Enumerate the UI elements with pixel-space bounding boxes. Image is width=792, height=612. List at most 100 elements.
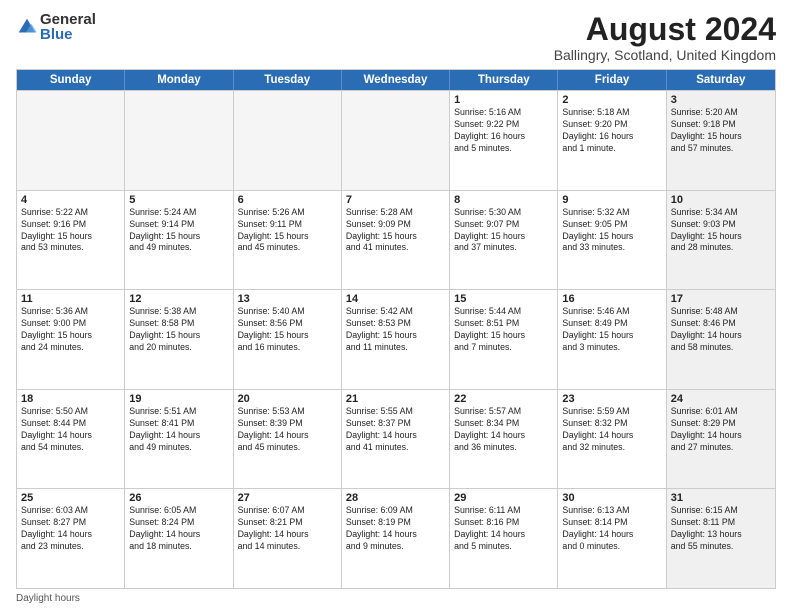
calendar-header: SundayMondayTuesdayWednesdayThursdayFrid…: [17, 70, 775, 90]
calendar-cell: 19Sunrise: 5:51 AM Sunset: 8:41 PM Dayli…: [125, 390, 233, 489]
calendar-cell: 5Sunrise: 5:24 AM Sunset: 9:14 PM Daylig…: [125, 191, 233, 290]
day-number: 30: [562, 492, 661, 504]
day-number: 19: [129, 393, 228, 405]
calendar-cell: 1Sunrise: 5:16 AM Sunset: 9:22 PM Daylig…: [450, 91, 558, 190]
calendar: SundayMondayTuesdayWednesdayThursdayFrid…: [16, 69, 776, 589]
header-day: Thursday: [450, 70, 558, 90]
day-number: 5: [129, 194, 228, 206]
day-number: 29: [454, 492, 553, 504]
calendar-cell: 24Sunrise: 6:01 AM Sunset: 8:29 PM Dayli…: [667, 390, 775, 489]
calendar-cell: 8Sunrise: 5:30 AM Sunset: 9:07 PM Daylig…: [450, 191, 558, 290]
day-info: Sunrise: 5:30 AM Sunset: 9:07 PM Dayligh…: [454, 207, 553, 255]
day-number: 15: [454, 293, 553, 305]
calendar-cell: 25Sunrise: 6:03 AM Sunset: 8:27 PM Dayli…: [17, 489, 125, 588]
logo-icon: [16, 16, 38, 38]
calendar-cell: 9Sunrise: 5:32 AM Sunset: 9:05 PM Daylig…: [558, 191, 666, 290]
day-number: 11: [21, 293, 120, 305]
day-info: Sunrise: 5:46 AM Sunset: 8:49 PM Dayligh…: [562, 306, 661, 354]
day-number: 22: [454, 393, 553, 405]
day-info: Sunrise: 5:57 AM Sunset: 8:34 PM Dayligh…: [454, 406, 553, 454]
day-number: 8: [454, 194, 553, 206]
calendar-cell: [342, 91, 450, 190]
calendar-cell: 16Sunrise: 5:46 AM Sunset: 8:49 PM Dayli…: [558, 290, 666, 389]
day-info: Sunrise: 5:42 AM Sunset: 8:53 PM Dayligh…: [346, 306, 445, 354]
calendar-cell: 28Sunrise: 6:09 AM Sunset: 8:19 PM Dayli…: [342, 489, 450, 588]
page: General Blue August 2024 Ballingry, Scot…: [0, 0, 792, 612]
footer-note: Daylight hours: [16, 593, 776, 604]
day-number: 17: [671, 293, 771, 305]
day-number: 24: [671, 393, 771, 405]
logo-general: General: [40, 12, 96, 27]
day-number: 25: [21, 492, 120, 504]
day-number: 12: [129, 293, 228, 305]
day-number: 13: [238, 293, 337, 305]
day-info: Sunrise: 6:15 AM Sunset: 8:11 PM Dayligh…: [671, 505, 771, 553]
calendar-cell: 12Sunrise: 5:38 AM Sunset: 8:58 PM Dayli…: [125, 290, 233, 389]
day-number: 6: [238, 194, 337, 206]
header-day: Tuesday: [234, 70, 342, 90]
calendar-cell: 2Sunrise: 5:18 AM Sunset: 9:20 PM Daylig…: [558, 91, 666, 190]
calendar-cell: 23Sunrise: 5:59 AM Sunset: 8:32 PM Dayli…: [558, 390, 666, 489]
calendar-cell: [17, 91, 125, 190]
header-day: Wednesday: [342, 70, 450, 90]
logo-text: General Blue: [40, 12, 96, 42]
day-number: 10: [671, 194, 771, 206]
day-number: 9: [562, 194, 661, 206]
calendar-cell: 7Sunrise: 5:28 AM Sunset: 9:09 PM Daylig…: [342, 191, 450, 290]
calendar-week: 4Sunrise: 5:22 AM Sunset: 9:16 PM Daylig…: [17, 190, 775, 290]
header-day: Saturday: [667, 70, 775, 90]
day-number: 26: [129, 492, 228, 504]
title-block: August 2024 Ballingry, Scotland, United …: [554, 12, 776, 63]
day-number: 31: [671, 492, 771, 504]
day-number: 21: [346, 393, 445, 405]
day-number: 14: [346, 293, 445, 305]
day-number: 28: [346, 492, 445, 504]
calendar-cell: 15Sunrise: 5:44 AM Sunset: 8:51 PM Dayli…: [450, 290, 558, 389]
day-info: Sunrise: 5:20 AM Sunset: 9:18 PM Dayligh…: [671, 107, 771, 155]
day-info: Sunrise: 6:01 AM Sunset: 8:29 PM Dayligh…: [671, 406, 771, 454]
calendar-cell: 18Sunrise: 5:50 AM Sunset: 8:44 PM Dayli…: [17, 390, 125, 489]
title-location: Ballingry, Scotland, United Kingdom: [554, 47, 776, 63]
day-info: Sunrise: 5:18 AM Sunset: 9:20 PM Dayligh…: [562, 107, 661, 155]
day-number: 2: [562, 94, 661, 106]
day-info: Sunrise: 6:11 AM Sunset: 8:16 PM Dayligh…: [454, 505, 553, 553]
calendar-cell: 22Sunrise: 5:57 AM Sunset: 8:34 PM Dayli…: [450, 390, 558, 489]
day-number: 16: [562, 293, 661, 305]
day-info: Sunrise: 6:09 AM Sunset: 8:19 PM Dayligh…: [346, 505, 445, 553]
logo-blue: Blue: [40, 27, 96, 42]
calendar-cell: 6Sunrise: 5:26 AM Sunset: 9:11 PM Daylig…: [234, 191, 342, 290]
day-info: Sunrise: 6:07 AM Sunset: 8:21 PM Dayligh…: [238, 505, 337, 553]
calendar-cell: 13Sunrise: 5:40 AM Sunset: 8:56 PM Dayli…: [234, 290, 342, 389]
calendar-week: 1Sunrise: 5:16 AM Sunset: 9:22 PM Daylig…: [17, 90, 775, 190]
day-info: Sunrise: 5:55 AM Sunset: 8:37 PM Dayligh…: [346, 406, 445, 454]
day-info: Sunrise: 5:36 AM Sunset: 9:00 PM Dayligh…: [21, 306, 120, 354]
day-number: 27: [238, 492, 337, 504]
day-number: 20: [238, 393, 337, 405]
day-info: Sunrise: 5:34 AM Sunset: 9:03 PM Dayligh…: [671, 207, 771, 255]
calendar-week: 11Sunrise: 5:36 AM Sunset: 9:00 PM Dayli…: [17, 289, 775, 389]
day-info: Sunrise: 5:32 AM Sunset: 9:05 PM Dayligh…: [562, 207, 661, 255]
day-number: 4: [21, 194, 120, 206]
title-month: August 2024: [554, 12, 776, 47]
calendar-body: 1Sunrise: 5:16 AM Sunset: 9:22 PM Daylig…: [17, 90, 775, 588]
calendar-cell: 27Sunrise: 6:07 AM Sunset: 8:21 PM Dayli…: [234, 489, 342, 588]
day-info: Sunrise: 5:50 AM Sunset: 8:44 PM Dayligh…: [21, 406, 120, 454]
calendar-week: 18Sunrise: 5:50 AM Sunset: 8:44 PM Dayli…: [17, 389, 775, 489]
calendar-cell: 29Sunrise: 6:11 AM Sunset: 8:16 PM Dayli…: [450, 489, 558, 588]
header-day: Monday: [125, 70, 233, 90]
calendar-cell: 30Sunrise: 6:13 AM Sunset: 8:14 PM Dayli…: [558, 489, 666, 588]
day-number: 3: [671, 94, 771, 106]
calendar-cell: [125, 91, 233, 190]
day-info: Sunrise: 5:24 AM Sunset: 9:14 PM Dayligh…: [129, 207, 228, 255]
day-number: 23: [562, 393, 661, 405]
calendar-week: 25Sunrise: 6:03 AM Sunset: 8:27 PM Dayli…: [17, 488, 775, 588]
calendar-cell: 10Sunrise: 5:34 AM Sunset: 9:03 PM Dayli…: [667, 191, 775, 290]
calendar-cell: 31Sunrise: 6:15 AM Sunset: 8:11 PM Dayli…: [667, 489, 775, 588]
header-day: Friday: [558, 70, 666, 90]
day-info: Sunrise: 5:51 AM Sunset: 8:41 PM Dayligh…: [129, 406, 228, 454]
calendar-cell: 17Sunrise: 5:48 AM Sunset: 8:46 PM Dayli…: [667, 290, 775, 389]
calendar-cell: 21Sunrise: 5:55 AM Sunset: 8:37 PM Dayli…: [342, 390, 450, 489]
logo: General Blue: [16, 12, 96, 42]
day-info: Sunrise: 5:16 AM Sunset: 9:22 PM Dayligh…: [454, 107, 553, 155]
calendar-cell: 4Sunrise: 5:22 AM Sunset: 9:16 PM Daylig…: [17, 191, 125, 290]
